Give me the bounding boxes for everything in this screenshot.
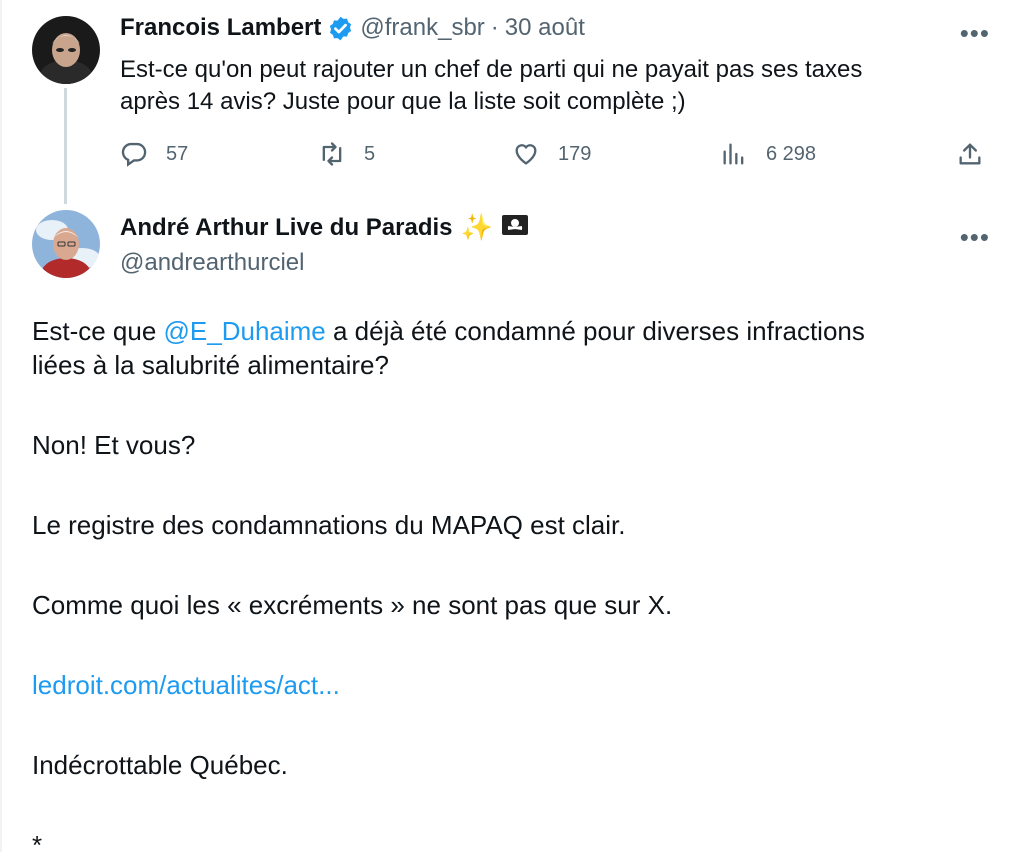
article-link[interactable]: ledroit.com/actualites/act... (32, 668, 992, 702)
tweet1-handle[interactable]: @frank_sbr (360, 14, 484, 42)
repost-icon (322, 142, 342, 166)
avatar-francois-lambert[interactable] (32, 16, 100, 84)
reply-count: 57 (166, 142, 189, 165)
tweet1-header: Francois Lambert @frank_sbr · 30 août (120, 14, 585, 42)
tweet2-handle[interactable]: @andrearthurciel (120, 249, 304, 277)
tweet1-text-line1: Est-ce qu'on peut rajouter un chef de pa… (120, 56, 863, 83)
reply-icon (121, 142, 147, 167)
tweet2-paragraph-1-line2: liées à la salubrité alimentaire? (32, 350, 389, 380)
avatar-andre-arthur[interactable] (32, 210, 100, 278)
views-button[interactable]: 6 298 (720, 140, 816, 168)
tweet1-action-bar: 57 5 179 6 298 (120, 140, 990, 176)
tweet2-paragraph-6: * (32, 830, 43, 860)
tweet1-text: Est-ce qu'on peut rajouter un chef de pa… (120, 54, 980, 118)
tweet2-paragraph-4: Comme quoi les « excréments » ne sont pa… (32, 590, 673, 620)
para1-text-start: Est-ce que (32, 316, 164, 346)
views-icon (723, 143, 744, 165)
like-count: 179 (558, 142, 592, 165)
tweet2-body: Est-ce que @E_Duhaime a déjà été condamn… (32, 314, 992, 862)
tweet2-paragraph-1: Est-ce que @E_Duhaime a déjà été condamn… (32, 314, 992, 348)
share-icon (959, 143, 981, 165)
tweet1-dot-separator: · (490, 14, 499, 41)
share-button[interactable] (956, 140, 984, 168)
repost-count: 5 (364, 142, 376, 165)
reply-button[interactable]: 57 (120, 140, 188, 168)
sparkles-emoji-icon: ✨ (460, 212, 493, 242)
tweet2-display-name[interactable]: André Arthur Live du Paradis (120, 214, 453, 242)
tweet1-more-button[interactable]: ••• (960, 20, 990, 46)
tweet2-paragraph-2: Non! Et vous? (32, 430, 196, 460)
tweet2-paragraph-5: Indécrottable Québec. (32, 750, 288, 780)
thread-connector-line (64, 88, 67, 204)
pirate-flag-emoji-icon (501, 213, 529, 242)
views-count: 6 298 (766, 142, 817, 165)
tweet1-text-line2: après 14 avis? Juste pour que la liste s… (120, 88, 686, 115)
timeline-left-border (0, 0, 2, 852)
tweet1-display-name[interactable]: Francois Lambert (120, 14, 321, 42)
tweet2-more-button[interactable]: ••• (960, 224, 990, 250)
mention-e-duhaime[interactable]: @E_Duhaime (164, 316, 326, 346)
para1-text-end: a déjà été condamné pour diverses infrac… (325, 316, 865, 346)
like-button[interactable]: 179 (512, 140, 591, 168)
tweet1-date[interactable]: 30 août (505, 14, 585, 42)
tweet2-paragraph-3: Le registre des condamnations du MAPAQ e… (32, 510, 626, 540)
verified-badge-icon (327, 15, 354, 42)
tweet2-header: André Arthur Live du Paradis ✨ (120, 212, 529, 243)
heart-icon (515, 144, 537, 165)
repost-button[interactable]: 5 (318, 140, 375, 168)
